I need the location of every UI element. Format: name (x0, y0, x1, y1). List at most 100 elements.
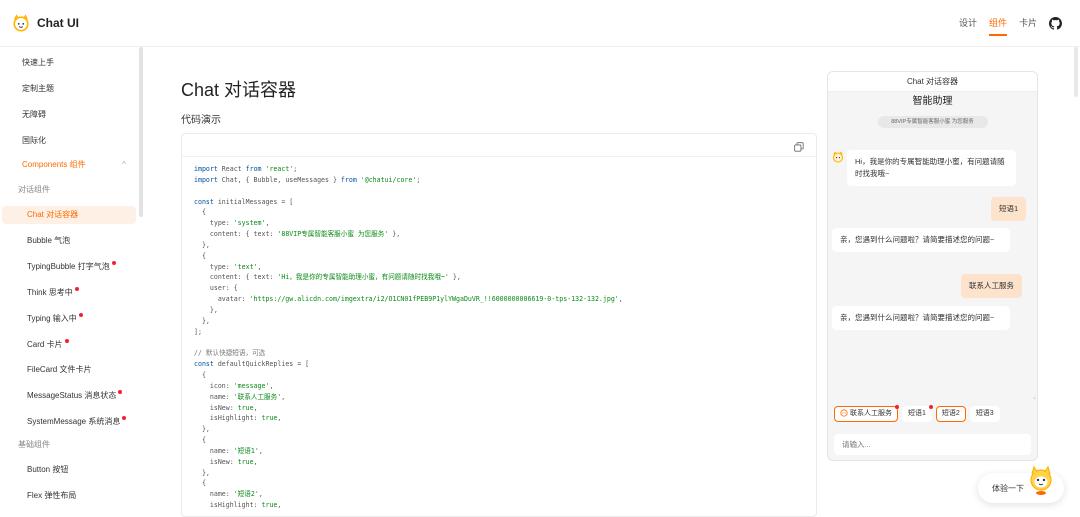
code-token: '短语2' (233, 490, 259, 499)
message-bubble: 亲，您遇到什么问题啦？请简要描述您的问题~ (832, 228, 1010, 252)
code-token: }, (448, 273, 461, 282)
code-token: true (237, 457, 254, 466)
nav-cards[interactable]: 卡片 (1019, 13, 1037, 33)
code-content: import React from 'react'; import Chat, {… (194, 164, 623, 511)
message-bubble: 短语1 (991, 197, 1027, 221)
code-line: icon: 'message', (194, 381, 623, 392)
code-line: content: { text: 'Hi，我是你的专属智能助理小蜜，有问题请随时… (194, 272, 623, 283)
code-line: // 默认快捷短语，可选 (194, 348, 623, 359)
sidebar-scrollbar[interactable] (139, 47, 143, 217)
sidebar-group-title: 基础组件 (2, 436, 136, 454)
page-scrollbar[interactable] (1074, 47, 1078, 97)
sidebar-item[interactable]: 无障碍 (2, 106, 136, 124)
sidebar-item[interactable]: Bubble 气泡 (2, 232, 136, 250)
code-line: type: 'system', (194, 218, 623, 229)
quick-reply-phrase-1[interactable]: 短语1 (902, 405, 933, 422)
code-line: }, (194, 305, 623, 316)
code-token: // 默认快捷短语，可选 (194, 349, 266, 358)
code-token: { (194, 251, 206, 260)
page-title: Chat 对话容器 (181, 80, 297, 100)
code-line: { (194, 478, 623, 489)
code-token: import (194, 175, 218, 184)
sidebar-item[interactable]: Typing 输入中 (2, 310, 136, 328)
code-token: ; (293, 165, 298, 173)
quick-reply-phrase-2[interactable]: 短语2 (935, 406, 966, 422)
code-line: }, (194, 240, 623, 251)
code-line: isHighlight: true, (194, 500, 623, 511)
sidebar-item[interactable]: Chat 对话容器 (2, 206, 136, 224)
sidebar-item-label: Think 思考中 (27, 288, 73, 297)
chevron-up-icon: ^ (122, 160, 126, 169)
message-input[interactable] (834, 434, 1031, 455)
sidebar-item[interactable]: Card 卡片 (2, 336, 136, 354)
sidebar-item-label: 无障碍 (22, 110, 46, 119)
sidebar-item-label: FileCard 文件卡片 (27, 365, 92, 374)
sidebar-section-components[interactable]: Components 组件 ^ (2, 156, 136, 174)
code-token: { (194, 436, 206, 445)
code-token: , (277, 501, 282, 510)
message-bubble: Hi，我是你的专属智能助理小蜜，有问题请随时找我哦~ (847, 150, 1016, 186)
sidebar-item[interactable]: Flex 弹性布局 (2, 487, 136, 505)
code-line: isHighlight: true, (194, 413, 623, 424)
sidebar-item-label: Card 卡片 (27, 340, 63, 349)
sidebar-item[interactable]: Button 按钮 (2, 461, 136, 479)
chevron-down-icon: ⌄ (1032, 395, 1038, 401)
sidebar-item-label: Button 按钮 (27, 465, 69, 474)
code-token: isHighlight: (194, 501, 262, 510)
code-token: content: { text: (194, 273, 278, 282)
code-token: initialMessages = [ (213, 197, 294, 206)
sidebar-item-label: 国际化 (22, 136, 46, 145)
sidebar-item[interactable]: MessageStatus 消息状态 (2, 387, 136, 405)
code-token: '@chatui/core' (356, 175, 417, 184)
code-token: }, (194, 305, 218, 314)
code-line: user: { (194, 283, 623, 294)
code-line: avatar: 'https://gw.alicdn.com/imgextra/… (194, 294, 623, 305)
sidebar-item[interactable]: 国际化 (2, 132, 136, 150)
code-line: { (194, 435, 623, 446)
quick-reply-human-service[interactable]: 联系人工服务 (834, 405, 899, 422)
code-line: import React from 'react'; (194, 164, 623, 175)
chatui-logo-icon (13, 14, 29, 32)
quick-replies: 联系人工服务 短语1 短语2 短语3 (834, 405, 1004, 422)
code-token: from (245, 165, 262, 173)
quick-reply-phrase-3[interactable]: 短语3 (969, 406, 1000, 422)
nav-components[interactable]: 组件 (988, 13, 1007, 36)
code-line: content: { text: '88VIP专属智能客服小蜜 为您服务' }, (194, 229, 623, 240)
code-token: name: (194, 490, 234, 499)
sidebar-item[interactable]: FileCard 文件卡片 (2, 361, 136, 379)
copy-icon[interactable] (794, 142, 804, 152)
quick-reply-label: 短语3 (975, 410, 994, 417)
system-message: 88VIP专属智能客服小蜜 为您服务 (877, 116, 988, 128)
code-token: name: (194, 392, 234, 401)
quick-reply-label: 短语2 (941, 410, 960, 417)
code-token: , (265, 219, 270, 228)
code-token: , (253, 457, 258, 466)
code-line: { (194, 251, 623, 262)
sidebar-item[interactable]: 快速上手 (2, 54, 136, 72)
code-token: { (194, 479, 206, 488)
sidebar-item[interactable]: TypingBubble 打字气泡 (2, 258, 136, 276)
code-token: 'react' (261, 165, 294, 173)
github-icon[interactable] (1049, 16, 1062, 30)
preview-frame-title: Chat 对话容器 (828, 72, 1037, 92)
sidebar-item[interactable]: 定制主题 (2, 80, 136, 98)
sidebar-item-label: 快速上手 (22, 58, 54, 67)
try-it-button[interactable]: 体验一下 (978, 465, 1064, 503)
nav-design[interactable]: 设计 (959, 13, 977, 33)
chat-preview: Chat 对话容器 智能助理 88VIP专属智能客服小蜜 为您服务 Hi，我是你… (827, 71, 1038, 461)
chat-navbar-title: 智能助理 (912, 96, 953, 107)
code-line: { (194, 370, 623, 381)
code-token: ; (416, 175, 421, 184)
sidebar-item[interactable]: Think 思考中 (2, 284, 136, 302)
composer (834, 434, 1031, 455)
new-badge (928, 405, 933, 409)
sidebar-item[interactable]: SystemMessage 系统消息 (2, 413, 136, 431)
brand-logo[interactable]: Chat UI (12, 14, 79, 32)
code-token: content: { text: (194, 230, 278, 239)
sidebar-item-label: SystemMessage 系统消息 (27, 417, 121, 426)
code-token: , (258, 490, 263, 499)
code-token: { (194, 371, 206, 380)
code-token: , (253, 403, 258, 412)
code-token: }, (194, 316, 210, 325)
